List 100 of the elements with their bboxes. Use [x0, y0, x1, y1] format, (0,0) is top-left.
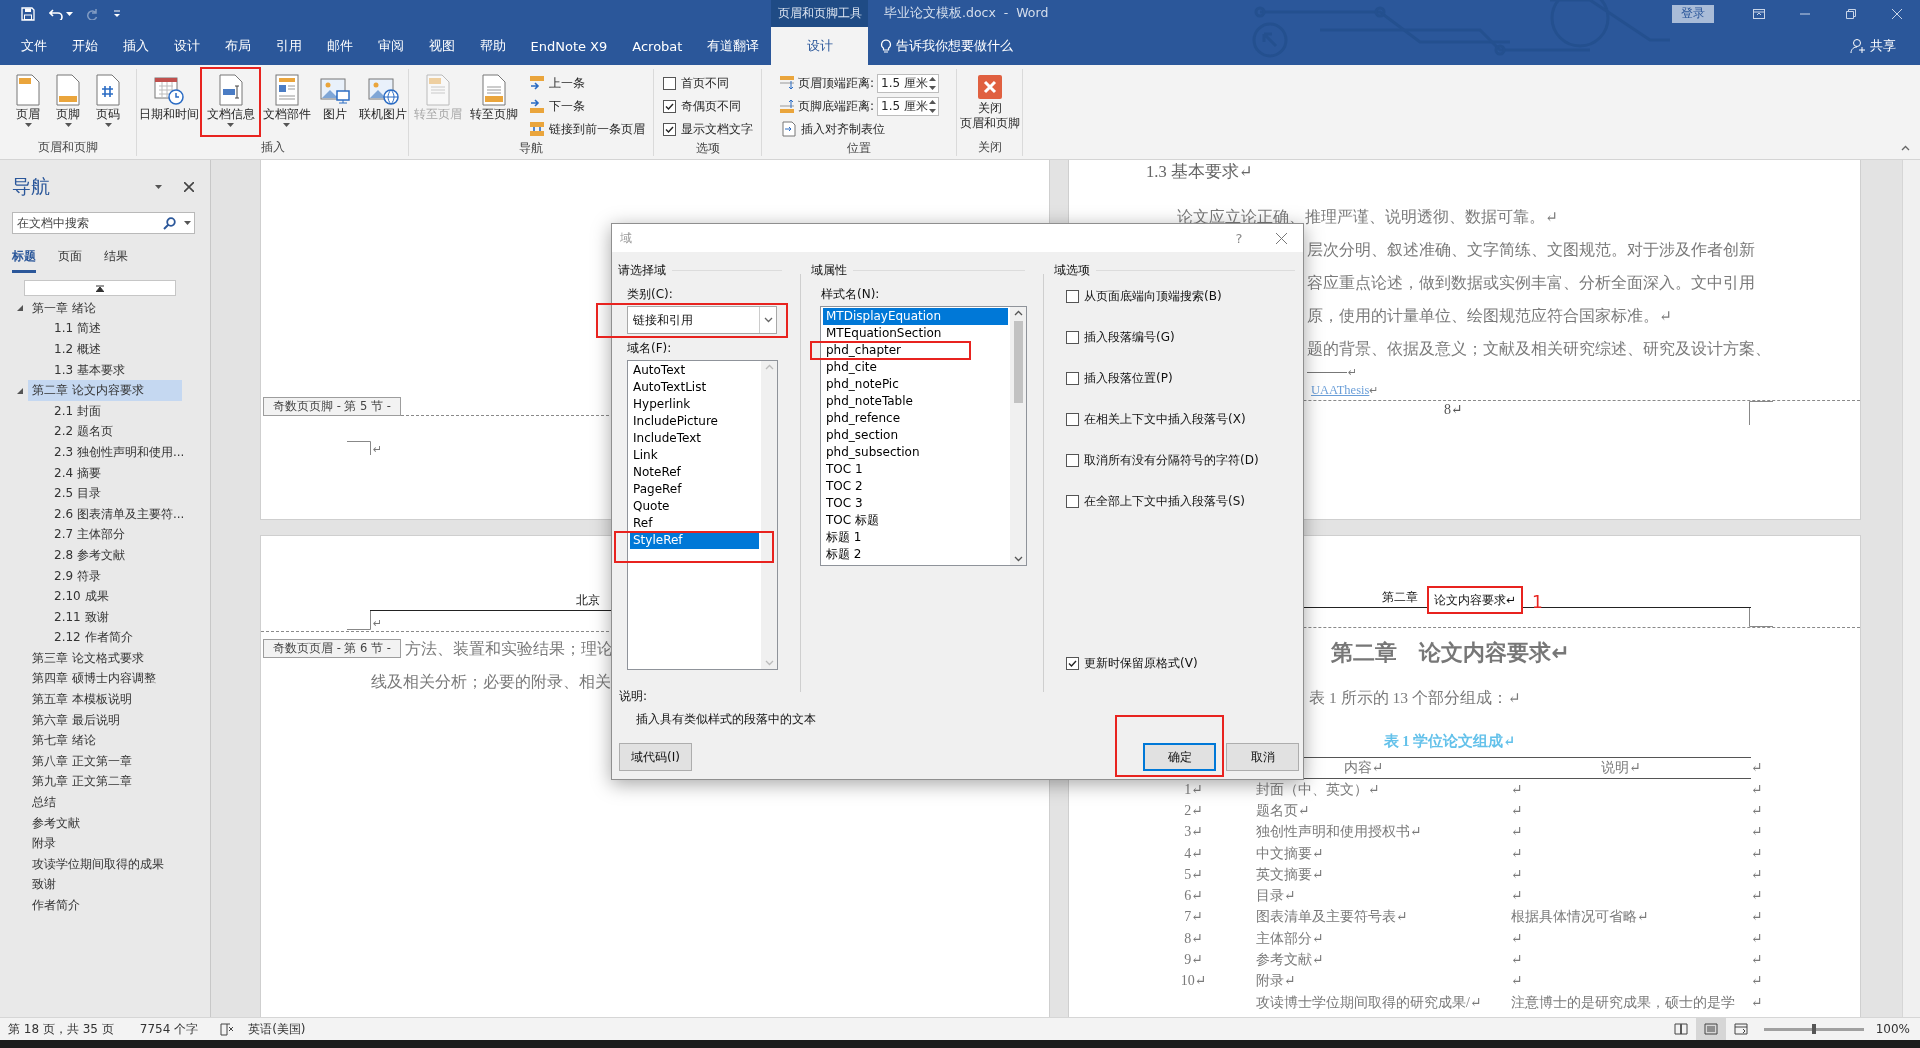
heading-item[interactable]: 第三章 论文格式要求 [28, 648, 182, 669]
style-list[interactable]: MTDisplayEquation MTEquationSection phd_chapter phd_cite phd_notePic phd_noteTable phd_refence phd_section phd_subsection TOC 1 TOC 2 TOC 3 TOC 标题 标题 1 标题 2 [820, 306, 1027, 566]
pane-tab[interactable]: 页面 [58, 248, 82, 273]
close-header-footer-button[interactable]: 关闭 页眉和页脚 [956, 72, 1023, 133]
heading-item[interactable]: 2.4 摘要 [24, 462, 194, 484]
menu-tab[interactable]: 有道翻译 [694, 27, 772, 65]
option-checkbox[interactable]: 显示文档文字 [660, 118, 755, 140]
search-box[interactable]: 在文档中搜索 [12, 212, 195, 234]
heading-item[interactable]: 2.9 符录 [24, 565, 194, 587]
heading-item[interactable]: 2.11 致谢 [24, 606, 194, 628]
heading-item[interactable]: 2.10 成果 [24, 586, 194, 607]
footer-button[interactable]: 页脚 [49, 72, 87, 129]
field-list[interactable]: AutoText AutoTextList Hyperlink IncludePicture IncludeText Link NoteRef PageRef Quote Ref StyleRef [627, 360, 778, 670]
option-checkbox[interactable]: 在相关上下文中插入段落号(X) [1066, 411, 1303, 428]
list-item[interactable]: phd_chapter [823, 342, 902, 359]
zoom-slider[interactable] [1763, 1027, 1864, 1031]
ok-button[interactable]: 确定 [1143, 743, 1216, 771]
list-item[interactable]: phd_noteTable [823, 393, 913, 410]
heading-item[interactable]: 参考文献 [28, 812, 182, 834]
menu-tab[interactable]: EndNote X9 [518, 27, 620, 65]
option-checkbox[interactable]: 取消所有没有分隔符号的字符(D) [1066, 452, 1303, 469]
list-item[interactable]: MTDisplayEquation [823, 308, 1008, 325]
list-item[interactable]: Ref [630, 515, 653, 532]
heading-item[interactable]: 附录 [28, 833, 182, 855]
go-to-footer-button[interactable]: 转至页脚 [467, 72, 521, 124]
spin-arrows-icon[interactable] [929, 75, 936, 91]
sign-in-button[interactable]: 登录 [1672, 4, 1714, 23]
option-checkbox[interactable]: 更新时保留原格式(V) [1066, 655, 1303, 672]
heading-item[interactable]: 第一章 绪论 [28, 298, 182, 319]
list-item[interactable]: 标题 2 [823, 546, 862, 563]
proofing-icon[interactable] [220, 1022, 235, 1036]
list-item[interactable]: PageRef [630, 481, 682, 498]
menu-tab[interactable]: 布局 [212, 27, 263, 65]
scrollbar[interactable] [1902, 160, 1920, 1017]
heading-item[interactable]: 2.7 主体部分 [24, 524, 194, 546]
pane-tab[interactable]: 结果 [104, 248, 128, 273]
search-field[interactable]: 在文档中搜索 [15, 215, 163, 231]
heading-item[interactable]: 第五章 本模板说明 [28, 689, 182, 710]
menu-tab[interactable]: Acrobat [619, 27, 695, 65]
menu-tab[interactable]: 插入 [110, 27, 161, 65]
list-item[interactable]: Hyperlink [630, 396, 691, 413]
option-checkbox[interactable]: 插入段落编号(G) [1066, 329, 1303, 346]
menu-tab[interactable]: 邮件 [314, 27, 365, 65]
heading-item[interactable]: 致谢 [28, 874, 182, 896]
heading-item[interactable]: 2.3 独创性声明和使用... [24, 442, 194, 463]
list-item[interactable]: Quote [630, 498, 670, 515]
list-item[interactable]: phd_notePic [823, 376, 899, 393]
list-item[interactable]: TOC 3 [823, 495, 863, 512]
heading-item[interactable]: 2.6 图表清单及主要符... [24, 503, 194, 525]
heading-item[interactable]: 第四章 硕博士内容调整 [28, 668, 182, 690]
list-item[interactable]: MTEquationSection [823, 325, 942, 342]
online-picture-button[interactable]: 联机图片 [355, 72, 410, 124]
field-codes-button[interactable]: 域代码(I) [619, 743, 692, 771]
menu-tab[interactable]: 设计 [161, 27, 212, 65]
previous-button[interactable]: 上一条 [527, 72, 647, 94]
link-to-previous-button[interactable]: 链接到前一条页眉 [527, 118, 647, 140]
share-button[interactable]: 共享 [1844, 36, 1902, 56]
cancel-button[interactable]: 取消 [1226, 743, 1299, 771]
heading-item[interactable]: 2.5 目录 [24, 483, 194, 504]
spin-arrows-icon[interactable] [929, 98, 936, 114]
list-item[interactable]: Link [630, 447, 658, 464]
next-button[interactable]: 下一条 [527, 95, 647, 117]
list-item[interactable]: 标题 1 [823, 529, 862, 546]
menu-tab[interactable]: 帮助 [467, 27, 518, 65]
header-button[interactable]: 页眉 [9, 72, 47, 129]
heading-item[interactable]: 第六章 最后说明 [28, 709, 182, 731]
menu-tab[interactable]: 视图 [416, 27, 467, 65]
list-item[interactable]: phd_subsection [823, 444, 920, 461]
option-checkbox[interactable]: 从页面底端向顶端搜索(B) [1066, 288, 1303, 305]
menu-tab[interactable]: 引用 [263, 27, 314, 65]
pane-tab[interactable]: 标题 [12, 248, 36, 273]
distance-field[interactable]: 1.5 厘米 [877, 73, 939, 93]
search-icon[interactable] [163, 216, 176, 230]
list-item[interactable]: TOC 标题 [823, 512, 879, 529]
help-button[interactable]: ? [1219, 229, 1259, 247]
print-layout-button[interactable] [1695, 1018, 1726, 1040]
option-checkbox[interactable]: 奇偶页不同 [660, 95, 755, 117]
category-select[interactable]: 链接和引用 [627, 306, 777, 334]
list-item[interactable]: phd_section [823, 427, 899, 444]
heading-item[interactable]: 总结 [28, 792, 182, 813]
heading-item[interactable]: 2.2 题名页 [24, 421, 194, 443]
heading-item[interactable]: 第七章 绪论 [28, 730, 182, 752]
heading-item[interactable]: 1.1 简述 [24, 318, 194, 340]
list-item[interactable]: NoteRef [630, 464, 681, 481]
pane-options-button[interactable] [153, 183, 164, 191]
list-item[interactable]: IncludeText [630, 430, 701, 447]
heading-item[interactable]: 第八章 正文第一章 [28, 751, 182, 772]
menu-tab[interactable]: 设计 [771, 27, 868, 65]
heading-item[interactable]: 作者简介 [28, 895, 182, 916]
heading-item[interactable]: 2.1 封面 [24, 400, 194, 422]
page-number-button[interactable]: 页码 [89, 72, 127, 129]
list-item[interactable]: AutoText [630, 362, 686, 379]
heading-item[interactable]: 1.2 概述 [24, 339, 194, 360]
insert-alignment-tab-button[interactable]: 插入对齐制表位 [778, 118, 939, 140]
heading-item[interactable]: 第九章 正文第二章 [28, 771, 182, 793]
menu-tab[interactable]: 审阅 [365, 27, 416, 65]
menu-tab[interactable]: 开始 [59, 27, 110, 65]
expanded-arrow-icon[interactable] [16, 304, 24, 313]
close-button[interactable] [182, 180, 196, 194]
date-time-button[interactable]: 日期和时间 [135, 72, 202, 124]
